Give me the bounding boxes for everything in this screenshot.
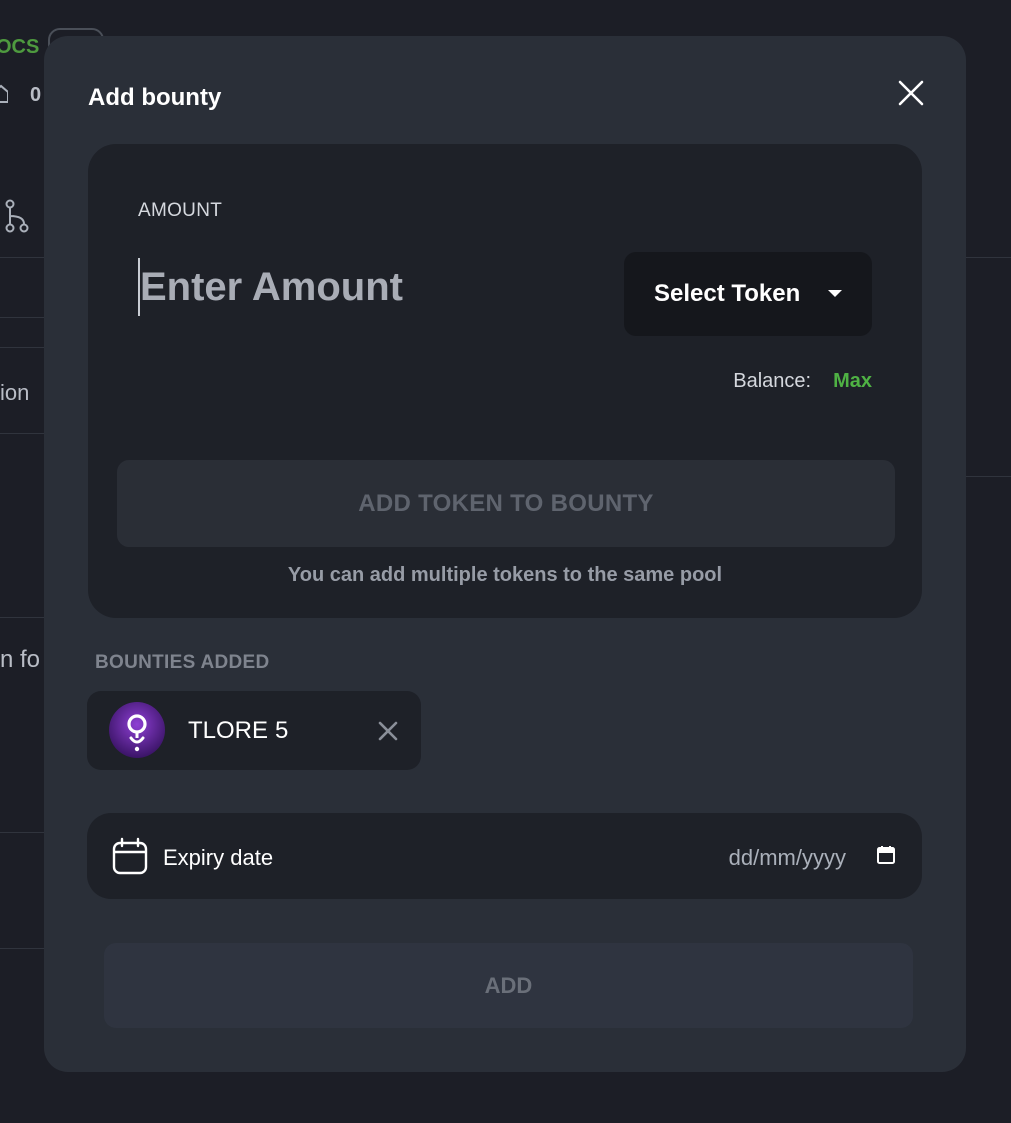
add-button[interactable]: ADD bbox=[104, 943, 913, 1028]
multiple-tokens-hint: You can add multiple tokens to the same … bbox=[287, 564, 723, 586]
divider bbox=[0, 257, 44, 258]
max-button[interactable]: Max bbox=[833, 370, 872, 393]
expiry-date-field[interactable]: Expiry date dd/mm/yyyy bbox=[87, 813, 922, 899]
bounty-token-symbol: TLORE bbox=[188, 717, 269, 744]
select-token-dropdown[interactable]: Select Token bbox=[624, 252, 872, 336]
divider bbox=[966, 476, 1011, 477]
tlore-logo-icon bbox=[109, 702, 165, 758]
add-token-to-bounty-button[interactable]: ADD TOKEN TO BOUNTY bbox=[117, 460, 895, 547]
amount-input[interactable] bbox=[138, 258, 560, 316]
divider bbox=[0, 347, 44, 348]
amount-card: AMOUNT Select Token Balance: Max ADD TOK… bbox=[88, 144, 922, 618]
close-icon bbox=[898, 80, 924, 106]
close-icon bbox=[378, 721, 398, 741]
amount-label: AMOUNT bbox=[138, 200, 223, 221]
bounty-item: TLORE 5 bbox=[87, 691, 421, 770]
divider bbox=[966, 257, 1011, 258]
divider bbox=[0, 433, 44, 434]
balance-label: Balance: bbox=[733, 370, 812, 392]
date-input[interactable]: dd/mm/yyyy bbox=[729, 845, 846, 871]
expiry-date-label: Expiry date bbox=[163, 845, 274, 870]
modal-title: Add bounty bbox=[88, 84, 222, 111]
background-text: n fo bbox=[0, 646, 41, 673]
divider bbox=[0, 948, 44, 949]
bounty-token-amount: 5 bbox=[275, 717, 289, 744]
select-token-label: Select Token bbox=[654, 280, 801, 307]
chevron-down-icon bbox=[828, 290, 842, 297]
background-count: 0 bbox=[30, 84, 42, 106]
bounties-added-label: BOUNTIES ADDED bbox=[95, 652, 270, 673]
docs-link[interactable]: OCS bbox=[0, 36, 39, 59]
remove-bounty-button[interactable] bbox=[376, 719, 400, 743]
divider bbox=[0, 317, 44, 318]
divider bbox=[0, 617, 44, 618]
add-bounty-modal: Add bounty AMOUNT Select Token Balance: … bbox=[44, 36, 966, 1072]
home-icon bbox=[0, 82, 9, 109]
calendar-icon bbox=[112, 837, 148, 875]
fork-icon bbox=[4, 198, 30, 239]
divider bbox=[0, 832, 44, 833]
balance-row: Balance: Max bbox=[733, 370, 872, 393]
background-text: ion bbox=[0, 380, 30, 405]
date-picker-icon[interactable] bbox=[876, 845, 896, 865]
close-button[interactable] bbox=[896, 78, 926, 108]
